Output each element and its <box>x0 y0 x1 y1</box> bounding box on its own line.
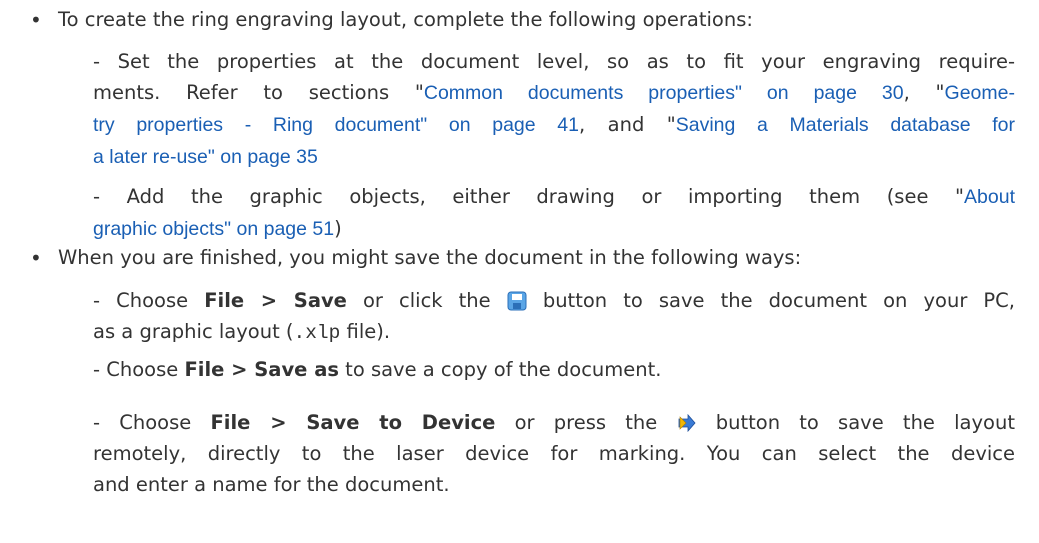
link-geometry-properties-cont[interactable]: try properties - Ring document" on page … <box>93 114 579 136</box>
paragraph-add-graphic-objects: - Add the graphic objects, either drawin… <box>93 181 1015 245</box>
bullet-text: When you are finished, you might save th… <box>58 246 802 269</box>
text-line: try properties - Ring document" on page … <box>93 113 1015 136</box>
save-to-device-icon <box>678 413 696 433</box>
text-line: - Choose File > Save or click the button… <box>93 289 1015 312</box>
text-line: - Choose File > Save as to save a copy o… <box>93 358 662 381</box>
paragraph-set-properties: - Set the properties at the document lev… <box>93 46 1015 173</box>
menu-path-file-save-as: File > Save as <box>184 358 339 381</box>
bullet-text: To create the ring engraving layout, com… <box>58 8 753 31</box>
document-page: • To create the ring engraving layout, c… <box>0 0 1039 543</box>
text-line: a later re-use" on page 35 <box>93 141 1015 173</box>
menu-path-file-save-to-device: File > Save to Device <box>210 411 496 434</box>
text-line: - Add the graphic objects, either drawin… <box>93 185 1015 208</box>
link-saving-materials-database-cont[interactable]: a later re-use" on page 35 <box>93 146 318 168</box>
bullet-marker: • <box>30 8 42 32</box>
menu-path-file-save: File > Save <box>204 289 347 312</box>
save-floppy-icon <box>507 291 527 311</box>
text-line: - Choose File > Save to Device or press … <box>93 411 1015 434</box>
link-about-graphic-objects-cont[interactable]: graphic objects" on page 51 <box>93 218 334 240</box>
link-geometry-properties[interactable]: Geome- <box>945 82 1015 104</box>
text-line: ments. Refer to sections "Common documen… <box>93 81 1015 104</box>
text-line: - Set the properties at the document lev… <box>93 50 1015 73</box>
text-line: as a graphic layout (.xlp file). <box>93 320 391 344</box>
paragraph-file-save: - Choose File > Save or click the button… <box>93 285 1015 349</box>
paragraph-file-save-as: - Choose File > Save as to save a copy o… <box>93 354 1015 385</box>
text-line: and enter a name for the document. <box>93 473 450 496</box>
file-extension-code: .xlp <box>293 322 341 344</box>
bullet-marker: • <box>30 246 42 270</box>
paragraph-save-to-device: - Choose File > Save to Device or press … <box>93 407 1015 500</box>
text-line: remotely, directly to the laser device f… <box>93 442 1015 465</box>
link-about-graphic-objects[interactable]: About <box>964 186 1015 208</box>
link-saving-materials-database[interactable]: Saving a Materials database for <box>676 114 1015 136</box>
link-common-documents-properties[interactable]: Common documents properties" on page 30 <box>424 82 904 104</box>
text-line: graphic objects" on page 51) <box>93 217 342 240</box>
